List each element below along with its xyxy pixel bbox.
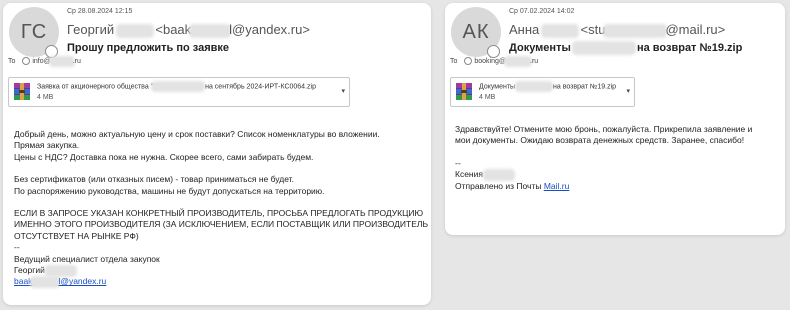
body-line: Прямая закупка. bbox=[14, 140, 80, 151]
redacted-block bbox=[542, 25, 577, 36]
sent-from-line: Отправлено из Почты Mail.ru bbox=[455, 181, 752, 192]
redacted-block bbox=[117, 25, 152, 36]
signature-name: Ксения bbox=[455, 169, 483, 180]
redacted-block bbox=[517, 83, 552, 90]
signature-name-line: Ксения bbox=[455, 169, 752, 180]
email-body: Здравствуйте! Отмените мою бронь, пожалу… bbox=[455, 124, 752, 192]
body-line: ЕСЛИ В ЗАПРОСЕ УКАЗАН КОНКРЕТНЫЙ ПРОИЗВО… bbox=[14, 208, 424, 219]
recipient-address-start[interactable]: booking@ bbox=[474, 58, 506, 65]
attachment-size: 4 MB bbox=[479, 94, 496, 101]
redacted-block bbox=[485, 170, 514, 179]
recipient-status-icon bbox=[464, 57, 473, 65]
email-card-left: ГС Ср 28.08.2024 12:15 Георгий <baak l@ya… bbox=[3, 3, 431, 305]
attachment-chip[interactable]: Заявка от акционерного общества " на сен… bbox=[8, 77, 350, 107]
subject-start: Документы bbox=[509, 42, 571, 54]
to-label: To bbox=[450, 57, 458, 65]
winrar-archive-icon bbox=[14, 83, 30, 100]
body-line: -- bbox=[455, 157, 461, 168]
attachment-name: Заявка от акционерного общества " на сен… bbox=[37, 83, 316, 90]
recipient-address-end: .ru bbox=[530, 57, 539, 65]
avatar-initials: АК bbox=[462, 21, 490, 43]
signature-name-line: Георгий bbox=[14, 265, 428, 276]
redacted-block bbox=[605, 25, 666, 36]
email-body: Добрый день, можно актуальную цену и сро… bbox=[14, 129, 428, 288]
body-line: Здравствуйте! Отмените мою бронь, пожалу… bbox=[455, 124, 753, 134]
sender-line[interactable]: Георгий <baak l@yandex.ru> bbox=[67, 22, 310, 37]
redacted-block bbox=[573, 43, 634, 54]
body-line: ИМЕННО ЭТОГО ПРОИЗВОДИТЕЛЯ (ЗА ИСКЛЮЧЕНИ… bbox=[14, 219, 429, 230]
body-line: Цены с НДС? Доставка пока не нужна. Скор… bbox=[14, 151, 314, 162]
email-date: Ср 28.08.2024 12:15 bbox=[67, 8, 133, 15]
redacted-block bbox=[191, 25, 230, 36]
sender-email-start: <stu bbox=[580, 22, 606, 37]
email-subject: Документы на возврат №19.zip bbox=[509, 42, 742, 54]
body-line: Ведущий специалист отдела закупок bbox=[14, 253, 160, 264]
recipient-address-start[interactable]: info@ bbox=[32, 58, 50, 65]
sender-line[interactable]: Анна <stu @mail.ru> bbox=[509, 22, 725, 37]
sender-name: Анна bbox=[509, 22, 540, 37]
attachment-chip[interactable]: Документы на возврат №19.zip 4 MB ▾ bbox=[450, 77, 635, 107]
sender-email-end: @mail.ru> bbox=[665, 22, 726, 37]
redacted-block bbox=[506, 57, 530, 65]
to-label: To bbox=[8, 57, 16, 65]
redacted-block bbox=[47, 266, 76, 275]
sender-email-start: <baak bbox=[155, 22, 192, 37]
recipient-status-icon bbox=[22, 57, 31, 65]
recipient-address-end: .ru bbox=[72, 57, 81, 65]
signature-name: Георгий bbox=[14, 265, 45, 276]
chevron-down-icon[interactable]: ▾ bbox=[626, 87, 630, 95]
email-subject: Прошу предложить по заявке bbox=[67, 42, 229, 54]
body-line: -- bbox=[14, 242, 20, 253]
redacted-block bbox=[50, 57, 73, 65]
email-date: Ср 07.02.2024 14:02 bbox=[509, 8, 575, 15]
attachment-name-start: Заявка от акционерного общества " bbox=[37, 83, 154, 91]
body-line: мои документы. Ожидаю возврата денежных … bbox=[455, 135, 745, 146]
redacted-block bbox=[153, 83, 204, 90]
attachment-size: 4 MB bbox=[37, 94, 54, 101]
body-line: По распоряжению руководства, машины не б… bbox=[14, 185, 325, 196]
signature-email-end[interactable]: l@yandex.ru bbox=[58, 276, 106, 286]
redacted-block bbox=[32, 278, 59, 287]
body-line: ОТСУТСТВУЕТ НА РЫНКЕ РФ) bbox=[14, 230, 139, 241]
body-line: Без сертификатов (или отказных писем) - … bbox=[14, 174, 294, 185]
attachment-name: Документы на возврат №19.zip bbox=[479, 83, 616, 90]
attachment-name-end: на сентябрь 2024-ИРТ-КС0064.zip bbox=[205, 83, 316, 91]
body-line bbox=[14, 163, 428, 174]
attachment-name-end: на возврат №19.zip bbox=[553, 83, 617, 91]
avatar-initials: ГС bbox=[20, 21, 48, 43]
email-card-right: АК Ср 07.02.2024 14:02 Анна <stu @mail.ru… bbox=[445, 3, 785, 235]
body-line bbox=[14, 197, 428, 208]
sent-from-prefix: Отправлено из Почты bbox=[455, 180, 544, 191]
mailru-link[interactable]: Mail.ru bbox=[544, 181, 570, 191]
signature-email-start[interactable]: baak bbox=[14, 276, 32, 286]
attachment-name-start: Документы bbox=[479, 83, 516, 91]
recipient-row: To info@ .ru bbox=[8, 57, 81, 65]
signature-email-line[interactable]: baak l@yandex.ru bbox=[14, 276, 428, 287]
body-line: Добрый день, можно актуальную цену и сро… bbox=[14, 129, 380, 139]
subject-end: на возврат №19.zip bbox=[636, 42, 743, 54]
body-line bbox=[455, 147, 752, 158]
sender-name: Георгий bbox=[67, 22, 115, 37]
sender-email-end: l@yandex.ru> bbox=[229, 22, 310, 37]
winrar-archive-icon bbox=[456, 83, 472, 100]
recipient-row: To booking@ .ru bbox=[450, 57, 538, 65]
chevron-down-icon[interactable]: ▾ bbox=[341, 87, 345, 95]
